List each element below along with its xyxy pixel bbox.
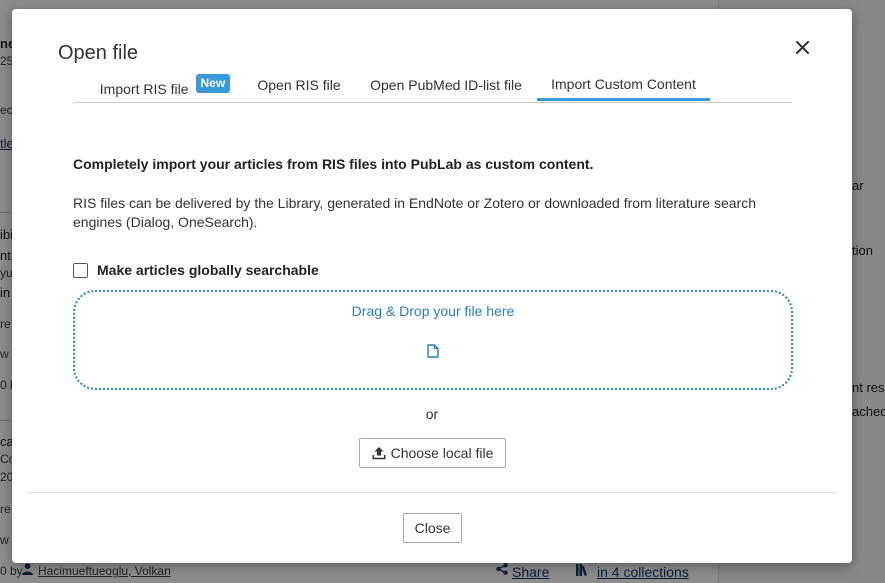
dropzone-label: Drag & Drop your file here — [351, 303, 515, 319]
choose-local-file-label: Choose local file — [390, 445, 494, 461]
tab-label: Open RIS file — [257, 77, 341, 93]
or-separator: or — [425, 406, 439, 422]
checkbox-label: Make articles globally searchable — [97, 262, 319, 278]
globally-searchable-checkbox[interactable] — [73, 262, 88, 278]
globally-searchable-option[interactable]: Make articles globally searchable — [73, 262, 319, 278]
tab-label: Open PubMed ID-list file — [370, 77, 522, 93]
upload-icon — [372, 446, 386, 460]
section-description: RIS files can be delivered by the Librar… — [73, 195, 756, 230]
tab-open-ris-file[interactable]: Open RIS file — [243, 69, 355, 101]
tab-label: Import Custom Content — [551, 75, 696, 92]
tab-label: Import RIS file — [99, 81, 189, 97]
tab-import-ris-file[interactable]: Import RIS file New — [73, 69, 243, 101]
tab-bar: Import RIS file New Open RIS file Open P… — [73, 69, 792, 103]
close-icon[interactable] — [790, 35, 814, 59]
dialog-title: Open file — [58, 42, 139, 64]
tab-open-pubmed-id-list-file[interactable]: Open PubMed ID-list file — [355, 69, 537, 101]
file-icon — [427, 344, 439, 358]
file-dropzone[interactable]: Drag & Drop your file here — [73, 290, 793, 390]
tab-import-custom-content[interactable]: Import Custom Content — [537, 69, 710, 101]
choose-local-file-button[interactable]: Choose local file — [359, 438, 506, 468]
close-button[interactable]: Close — [403, 513, 462, 543]
section-heading: Completely import your articles from RIS… — [73, 156, 594, 172]
open-file-dialog: Open file Import RIS file New Open RIS f… — [12, 9, 852, 563]
new-badge: New — [195, 73, 231, 93]
footer-divider — [27, 492, 837, 493]
